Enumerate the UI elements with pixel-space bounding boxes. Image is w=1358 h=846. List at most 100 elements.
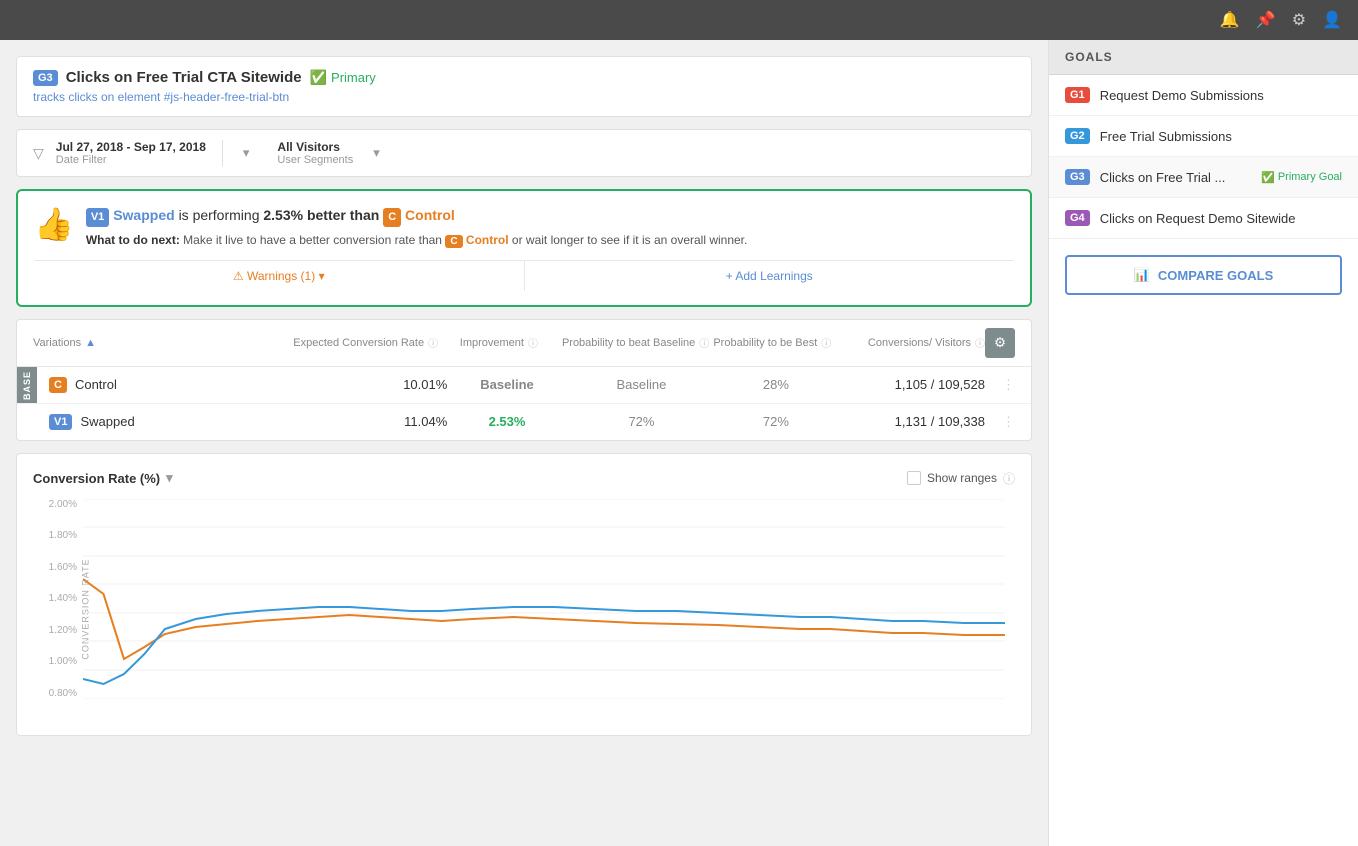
control-actions[interactable]: ⋮ — [985, 377, 1015, 393]
next-text: Make it live to have a better conversion… — [183, 233, 445, 247]
control-improvement: Baseline — [447, 377, 566, 392]
swapped-prob-best: 72% — [716, 414, 835, 429]
control-variation-name: C Control — [49, 377, 298, 393]
y-label-160: 1.60% — [49, 562, 77, 573]
th-rate: Expected Conversion Rate ⓘ — [286, 335, 438, 350]
control-prob-beat: Baseline — [567, 377, 716, 392]
next-control: Control — [466, 233, 512, 247]
th-prob-best-help-icon: ⓘ — [821, 335, 831, 350]
winner-top: 👍 V1 Swapped is performing 2.53% better … — [34, 205, 1014, 248]
swapped-row-content: V1 Swapped 11.04% 2.53% 72% 72% 1,131 / … — [33, 414, 1015, 430]
main-layout: G3 Clicks on Free Trial CTA Sitewide ✅ P… — [0, 40, 1358, 846]
control-badge: C — [49, 377, 67, 393]
results-table: Variations ▲ Expected Conversion Rate ⓘ … — [16, 319, 1032, 441]
next-c-badge: C — [445, 235, 462, 248]
th-conv-help-icon: ⓘ — [975, 335, 985, 350]
show-ranges-label: Show ranges — [927, 471, 997, 485]
g2-badge: G2 — [1065, 128, 1090, 144]
chart-section: Conversion Rate (%) ▾ Show ranges ⓘ 2.00… — [16, 453, 1032, 736]
primary-goal-indicator: ✅ Primary Goal — [1261, 171, 1342, 184]
g1-name: Request Demo Submissions — [1100, 88, 1342, 103]
base-label: BASE — [17, 367, 37, 403]
sidebar-header: GOALS — [1049, 40, 1358, 75]
goal-item-g3[interactable]: G3 Clicks on Free Trial ... ✅ Primary Go… — [1049, 157, 1358, 198]
table-header: Variations ▲ Expected Conversion Rate ⓘ … — [17, 320, 1031, 367]
filters-row: ▽ Jul 27, 2018 - Sep 17, 2018 Date Filte… — [16, 129, 1032, 177]
user-icon[interactable]: 👤 — [1322, 10, 1342, 30]
filter-icon[interactable]: ▽ — [33, 145, 44, 162]
topbar: 🔔 📌 ⚙ 👤 — [0, 0, 1358, 40]
winner-banner: 👍 V1 Swapped is performing 2.53% better … — [16, 189, 1032, 307]
experiment-title: Clicks on Free Trial CTA Sitewide — [66, 69, 302, 86]
y-label-120: 1.20% — [49, 625, 77, 636]
pin-icon[interactable]: 📌 — [1256, 10, 1276, 30]
bell-icon[interactable]: 🔔 — [1220, 10, 1240, 30]
next-or: or wait longer to see if it is an overal… — [512, 233, 747, 247]
show-ranges-checkbox[interactable] — [907, 471, 921, 485]
sidebar-title: GOALS — [1065, 50, 1113, 64]
goal-item-g1[interactable]: G1 Request Demo Submissions — [1049, 75, 1358, 116]
table-row: BASE C Control 10.01% Baseline Baseline … — [17, 367, 1031, 404]
segment-filter[interactable]: All Visitors User Segments — [261, 140, 353, 166]
title-row: G3 Clicks on Free Trial CTA Sitewide ✅ P… — [33, 69, 1015, 86]
g3-badge: G3 — [33, 70, 58, 86]
control-name: Control — [405, 207, 455, 223]
content-area: G3 Clicks on Free Trial CTA Sitewide ✅ P… — [0, 40, 1048, 846]
warnings-button[interactable]: ⚠ Warnings (1) ▾ — [34, 261, 525, 291]
winner-next: What to do next: Make it live to have a … — [86, 233, 1014, 248]
winner-actions: ⚠ Warnings (1) ▾ + Add Learnings — [34, 260, 1014, 291]
compare-goals-button[interactable]: 📊 COMPARE GOALS — [1065, 255, 1342, 295]
segment-label: User Segments — [277, 154, 353, 166]
goal-item-g2[interactable]: G2 Free Trial Submissions — [1049, 116, 1358, 157]
right-sidebar: GOALS G1 Request Demo Submissions G2 Fre… — [1048, 40, 1358, 846]
primary-check-icon: ✅ — [1261, 171, 1275, 184]
date-label: Date Filter — [56, 154, 206, 166]
check-icon: ✅ — [310, 69, 327, 86]
th-prob-best-label: Probability to be Best — [713, 337, 817, 349]
date-filter[interactable]: Jul 27, 2018 - Sep 17, 2018 Date Filter — [56, 140, 223, 166]
settings-button[interactable]: ⚙ — [985, 328, 1015, 358]
y-label-180: 1.80% — [49, 530, 77, 541]
segment-arrow-icon: ▾ — [373, 145, 380, 161]
chart-dropdown-icon: ▾ — [166, 470, 173, 486]
g4-name: Clicks on Request Demo Sitewide — [1100, 211, 1342, 226]
add-learnings-button[interactable]: + Add Learnings — [525, 261, 1015, 291]
th-rate-label: Expected Conversion Rate — [293, 337, 424, 349]
next-label: What to do next: — [86, 233, 183, 247]
chart-area — [83, 499, 1005, 699]
th-prob-beat: Probability to beat Baseline ⓘ — [560, 335, 712, 350]
g1-badge: G1 — [1065, 87, 1090, 103]
c-badge: C — [383, 208, 401, 227]
th-improve-help-icon: ⓘ — [528, 335, 538, 350]
sort-icon: ▲ — [85, 337, 96, 349]
control-prob-best: 28% — [716, 377, 835, 392]
winner-headline: V1 Swapped is performing 2.53% better th… — [86, 205, 1014, 227]
control-row-content: C Control 10.01% Baseline Baseline 28% 1… — [33, 377, 1015, 393]
swapped-conversions: 1,131 / 109,338 — [836, 414, 985, 429]
show-ranges-help-icon: ⓘ — [1003, 470, 1015, 487]
control-name-text: Control — [75, 377, 117, 392]
th-prob-beat-help-icon: ⓘ — [699, 335, 709, 350]
th-prob-beat-label: Probability to beat Baseline — [562, 337, 695, 349]
swapped-rate: 11.04% — [298, 414, 447, 429]
experiment-subtitle: tracks clicks on element #js-header-free… — [33, 90, 1015, 104]
goal-item-g4[interactable]: G4 Clicks on Request Demo Sitewide — [1049, 198, 1358, 239]
swapped-actions[interactable]: ⋮ — [985, 414, 1015, 430]
y-label-080: 0.80% — [49, 688, 77, 699]
g2-name: Free Trial Submissions — [1100, 129, 1342, 144]
swapped-name-text: Swapped — [80, 414, 134, 429]
th-improve: Improvement ⓘ — [438, 335, 560, 350]
y-label-140: 1.40% — [49, 593, 77, 604]
g3-name: Clicks on Free Trial ... — [1100, 170, 1261, 185]
thumbs-up-icon: 👍 — [34, 205, 74, 243]
gear-icon[interactable]: ⚙ — [1292, 10, 1306, 30]
th-variations: Variations ▲ — [33, 337, 286, 349]
th-actions: ⚙ — [985, 328, 1015, 358]
chart-title-dropdown[interactable]: Conversion Rate (%) ▾ — [33, 470, 173, 486]
th-conv-label: Conversions/ Visitors — [868, 337, 971, 349]
winner-text: V1 Swapped is performing 2.53% better th… — [86, 205, 1014, 248]
th-rate-help-icon: ⓘ — [428, 335, 438, 350]
y-axis: 2.00% 1.80% 1.60% 1.40% 1.20% 1.00% 0.80… — [33, 499, 83, 699]
v1-badge: V1 — [86, 208, 109, 227]
th-prob-best: Probability to be Best ⓘ — [712, 335, 834, 350]
